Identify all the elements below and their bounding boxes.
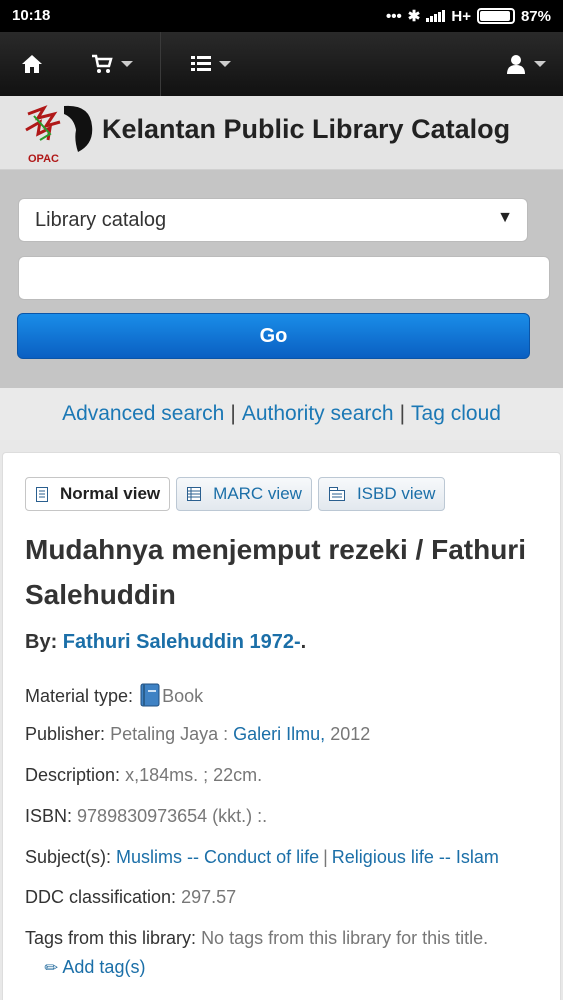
tags-value: No tags from this library for this title…	[201, 928, 489, 948]
home-button[interactable]	[0, 32, 64, 96]
home-icon	[22, 55, 42, 73]
tab-label: ISBD view	[356, 484, 436, 503]
tab-marc-view[interactable]: MARC view	[176, 477, 312, 511]
material-type-row: Material type: Book	[25, 683, 203, 707]
record-title: Mudahnya menjemput rezeki / Fathuri Sale…	[25, 534, 526, 610]
publisher-row: Publisher: Petaling Jaya : Galeri Ilmu, …	[25, 724, 370, 745]
add-tag-label: Add tag(s)	[62, 957, 146, 977]
by-label: By:	[25, 631, 58, 653]
search-links: Advanced search | Authority search | Tag…	[0, 388, 563, 440]
author-suffix: .	[300, 631, 307, 653]
view-tabs: Normal view MARC view ISBD view	[25, 477, 446, 511]
record-author: By: Fathuri Salehuddin 1972-.	[25, 631, 306, 654]
field-label: Material type:	[25, 686, 134, 706]
cart-button[interactable]	[80, 32, 144, 96]
document-icon	[36, 486, 48, 502]
material-type-value: Book	[162, 686, 204, 706]
user-button[interactable]	[496, 32, 556, 96]
chevron-down-icon	[534, 61, 546, 67]
chevron-down-icon	[219, 61, 231, 67]
lists-button[interactable]	[176, 32, 246, 96]
subject-link[interactable]: Muslims -- Conduct of life	[116, 847, 319, 867]
tab-label: MARC view	[213, 484, 302, 503]
subject-separator: |	[323, 847, 328, 867]
field-label: Publisher:	[25, 724, 106, 744]
signal-icon	[426, 10, 446, 22]
tag-cloud-link[interactable]: Tag cloud	[411, 402, 501, 426]
battery-percent: 87%	[520, 7, 551, 25]
field-label: Subject(s):	[25, 847, 112, 867]
search-input[interactable]	[18, 256, 550, 300]
search-panel: Library catalog ▼ Go	[0, 170, 563, 388]
battery-icon	[476, 8, 515, 24]
bluetooth-icon: ✱	[407, 8, 421, 25]
description-row: Description: x,184ms. ; 22cm.	[25, 765, 262, 786]
record-card: Normal view MARC view ISBD view Mudahnya…	[2, 452, 561, 1000]
more-dots-icon: •••	[386, 7, 402, 25]
status-time: 10:18	[12, 7, 51, 24]
advanced-search-link[interactable]: Advanced search	[62, 402, 224, 426]
ddc-value: 297.57	[181, 887, 237, 907]
tab-isbd-view[interactable]: ISBD view	[317, 477, 446, 511]
field-label: ISBN:	[25, 806, 73, 826]
isbn-value: 9789830973654 (kkt.) :.	[77, 806, 268, 826]
dropdown-arrow-icon: ▼	[497, 209, 513, 226]
table-icon	[187, 487, 202, 501]
tags-row: Tags from this library: No tags from thi…	[25, 928, 488, 949]
link-separator: |	[399, 402, 406, 425]
search-scope-value: Library catalog	[35, 209, 167, 231]
cart-icon	[92, 54, 113, 73]
user-icon	[507, 55, 525, 74]
nav-divider	[160, 32, 161, 96]
status-bar: 10:18 ••• ✱ H+ 87%	[0, 0, 563, 32]
chevron-down-icon	[121, 61, 133, 67]
field-label: Tags from this library:	[25, 928, 197, 948]
pencil-icon: ✎	[41, 957, 63, 980]
page-title: Kelantan Public Library Catalog	[102, 114, 511, 144]
subject-link[interactable]: Religious life -- Islam	[332, 847, 499, 867]
tab-normal-view[interactable]: Normal view	[25, 477, 171, 511]
network-type: H+	[451, 7, 471, 25]
top-navbar	[0, 32, 563, 96]
go-button[interactable]: Go	[17, 313, 530, 359]
search-scope-select[interactable]: Library catalog ▼	[18, 198, 528, 242]
isbn-row: ISBN: 9789830973654 (kkt.) :.	[25, 806, 267, 827]
opac-logo[interactable]: OPAC	[20, 100, 96, 166]
author-link[interactable]: Fathuri Salehuddin 1972-	[63, 631, 301, 653]
status-icons: ••• ✱ H+ 87%	[386, 7, 551, 26]
link-separator: |	[230, 402, 236, 425]
authority-search-link[interactable]: Authority search	[242, 402, 394, 426]
logo-text: OPAC	[28, 153, 59, 165]
subjects-row: Subject(s): Muslims -- Conduct of life | R…	[25, 847, 499, 868]
book-icon	[140, 683, 160, 707]
list-icon	[191, 56, 211, 71]
field-label: Description:	[25, 765, 121, 785]
description-value: x,184ms. ; 22cm.	[125, 765, 263, 785]
publisher-year: 2012	[330, 724, 371, 744]
card-icon	[328, 487, 345, 501]
tab-label: Normal view	[60, 484, 161, 503]
add-tag-link[interactable]: ✎Add tag(s)	[41, 957, 146, 979]
library-header: OPAC Kelantan Public Library Catalog	[0, 96, 563, 170]
publisher-place: Petaling Jaya :	[110, 724, 229, 744]
field-label: DDC classification:	[25, 887, 177, 907]
publisher-link[interactable]: Galeri Ilmu,	[233, 724, 325, 744]
ddc-row: DDC classification: 297.57	[25, 887, 236, 908]
